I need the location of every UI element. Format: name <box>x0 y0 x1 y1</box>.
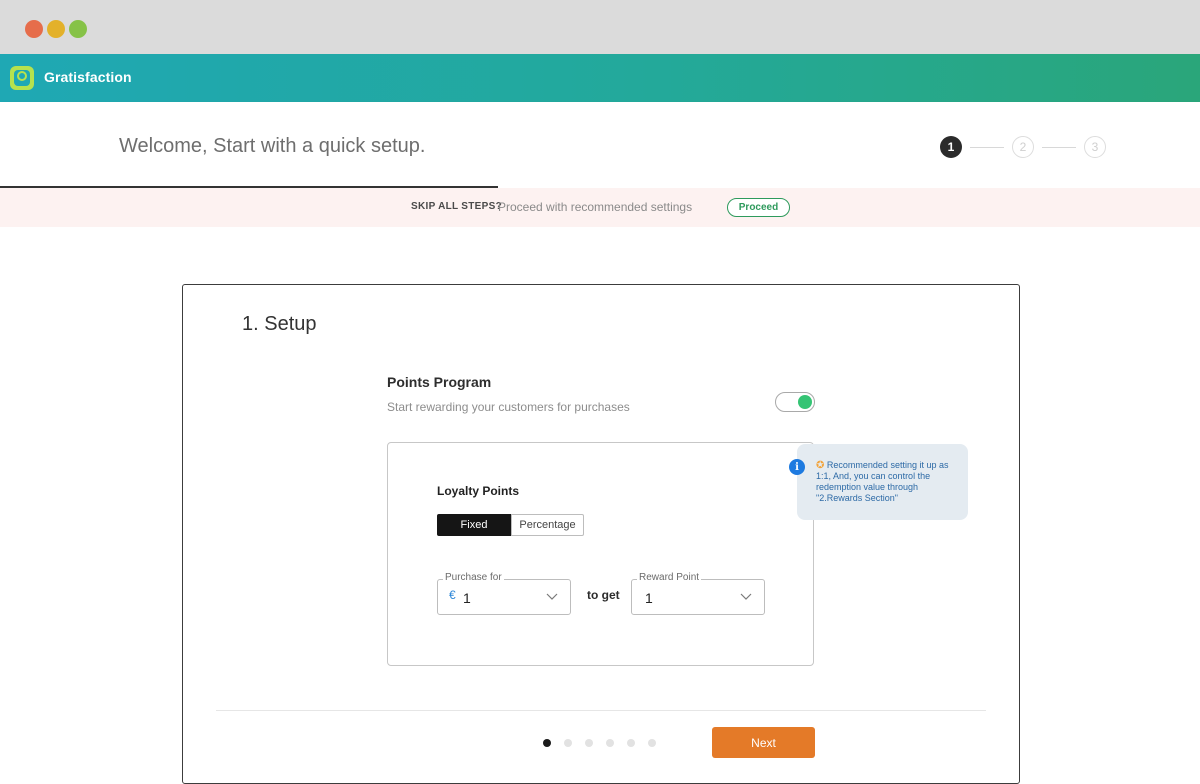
page-dot-4[interactable] <box>606 739 614 747</box>
tooltip-text: Recommended setting it up as 1:1, And, y… <box>816 460 949 503</box>
recommendation-tooltip: ✪ Recommended setting it up as 1:1, And,… <box>797 444 968 520</box>
setup-title: 1. Setup <box>242 313 317 335</box>
points-program-toggle[interactable] <box>775 392 815 412</box>
points-program-subtitle: Start rewarding your customers for purch… <box>387 400 630 414</box>
brand-name: Gratisfaction <box>44 69 132 85</box>
minimize-window-button[interactable] <box>47 20 65 38</box>
step-indicator: 1 2 3 <box>940 136 1106 158</box>
step-connector <box>970 146 1004 148</box>
brand-bar: Gratisfaction <box>0 54 1200 102</box>
page-dot-5[interactable] <box>627 739 635 747</box>
toggle-knob <box>798 395 812 409</box>
step-3[interactable]: 3 <box>1084 136 1106 158</box>
proceed-button[interactable]: Proceed <box>727 198 790 217</box>
page-dot-3[interactable] <box>585 739 593 747</box>
mode-percentage-button[interactable]: Percentage <box>511 514 584 536</box>
skip-description: Proceed with recommended settings <box>498 200 693 214</box>
footer-divider <box>216 710 986 711</box>
page-dot-1[interactable] <box>543 739 551 747</box>
ribbon-award-icon <box>10 66 34 90</box>
setup-card: 1. Setup Points Program Start rewarding … <box>182 284 1020 784</box>
info-icon[interactable]: i <box>789 459 805 475</box>
pagination-dots <box>543 739 656 747</box>
purchase-for-select[interactable]: Purchase for € 1 <box>437 572 571 615</box>
skip-label: SKIP ALL STEPS? <box>411 201 502 212</box>
step-2[interactable]: 2 <box>1012 136 1034 158</box>
chevron-down-icon <box>740 593 752 600</box>
mode-fixed-button[interactable]: Fixed <box>437 514 511 536</box>
chevron-down-icon <box>546 593 558 600</box>
points-mode-selector: Fixed Percentage <box>437 514 584 536</box>
page-title: Welcome, Start with a quick setup. <box>119 135 426 157</box>
step-1[interactable]: 1 <box>940 136 962 158</box>
reward-point-label: Reward Point <box>637 572 702 583</box>
purchase-for-label: Purchase for <box>443 572 504 583</box>
reward-point-value: 1 <box>645 590 653 606</box>
points-program-title: Points Program <box>387 374 492 390</box>
setup-header: Welcome, Start with a quick setup. 1 2 3 <box>0 102 1200 188</box>
page-dot-6[interactable] <box>648 739 656 747</box>
loyalty-points-title: Loyalty Points <box>437 484 520 498</box>
reward-point-select[interactable]: Reward Point 1 <box>631 572 765 615</box>
skip-banner: SKIP ALL STEPS? Proceed with recommended… <box>0 188 1200 227</box>
purchase-for-value: 1 <box>463 590 471 606</box>
page-dot-2[interactable] <box>564 739 572 747</box>
star-badge-icon: ✪ <box>816 460 825 471</box>
maximize-window-button[interactable] <box>69 20 87 38</box>
close-window-button[interactable] <box>25 20 43 38</box>
euro-currency-icon: € <box>449 588 456 602</box>
window-titlebar <box>0 0 1200 54</box>
loyalty-points-panel: Loyalty Points Fixed Percentage Purchase… <box>387 442 814 666</box>
step-connector <box>1042 146 1076 148</box>
next-button[interactable]: Next <box>712 727 815 758</box>
to-get-label: to get <box>587 588 620 602</box>
